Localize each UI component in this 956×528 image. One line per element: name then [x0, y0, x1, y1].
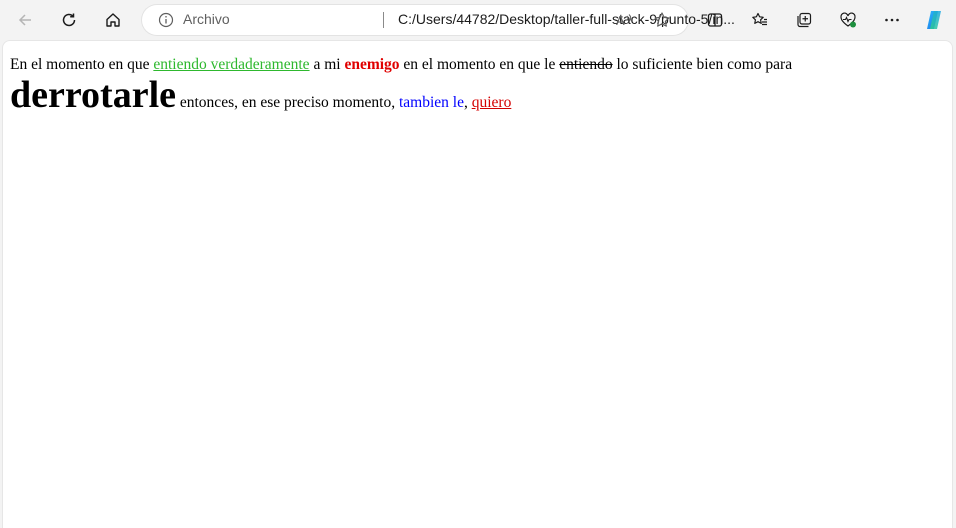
link-entiendo-verdaderamente[interactable]: entiendo verdaderamente — [153, 56, 309, 73]
home-button[interactable] — [97, 4, 129, 36]
address-bar[interactable]: Archivo C:/Users/44782/Desktop/taller-fu… — [142, 5, 735, 35]
url-text[interactable]: C:/Users/44782/Desktop/taller-full-stack… — [398, 11, 748, 27]
more-menu-icon — [885, 18, 899, 22]
text-run: En el momento en que — [10, 56, 154, 73]
heart-pulse-icon — [840, 12, 856, 28]
copilot-button[interactable] — [918, 4, 950, 36]
text-run: a mi — [309, 56, 345, 73]
more-menu-button[interactable] — [876, 4, 908, 36]
blue-text: tambien le — [398, 93, 464, 111]
paragraph: En el momento en que entiendo verdaderam… — [10, 55, 930, 114]
favorites-list-icon — [752, 12, 767, 26]
collections-button[interactable] — [788, 4, 820, 36]
link-quiero[interactable]: quiero — [472, 94, 512, 111]
refresh-icon — [62, 13, 76, 27]
strikethrough-text: entiendo — [559, 56, 613, 73]
favorites-button[interactable] — [744, 4, 776, 36]
page-viewport: En el momento en que entiendo verdaderam… — [2, 40, 953, 528]
page-content: En el momento en que entiendo verdaderam… — [10, 55, 930, 114]
big-heading-text: derrotarle — [10, 73, 176, 116]
site-info-label[interactable]: Archivo — [183, 11, 230, 27]
performance-button[interactable] — [832, 4, 864, 36]
copilot-icon — [927, 11, 941, 29]
back-arrow-icon — [18, 14, 31, 26]
browser-toolbar: Archivo C:/Users/44782/Desktop/taller-fu… — [0, 0, 956, 40]
refresh-button[interactable] — [53, 4, 85, 36]
split-screen-icon — [707, 13, 723, 27]
text-run: entonces, en ese preciso momento, — [176, 93, 399, 111]
text-run: en el momento en que le — [399, 56, 560, 73]
address-separator — [383, 12, 384, 28]
text-run: lo suficiente bien como para — [612, 56, 793, 73]
text-run: , — [463, 93, 472, 111]
svg-text:A: A — [616, 13, 625, 28]
star-icon[interactable] — [653, 11, 671, 29]
home-icon — [106, 13, 120, 27]
back-button[interactable] — [9, 4, 41, 36]
split-screen-button[interactable] — [699, 4, 731, 36]
bold-red-text: enemigo — [344, 56, 400, 73]
read-aloud-icon[interactable]: A — [615, 11, 633, 29]
collections-icon — [797, 12, 812, 28]
info-icon[interactable] — [158, 12, 174, 28]
